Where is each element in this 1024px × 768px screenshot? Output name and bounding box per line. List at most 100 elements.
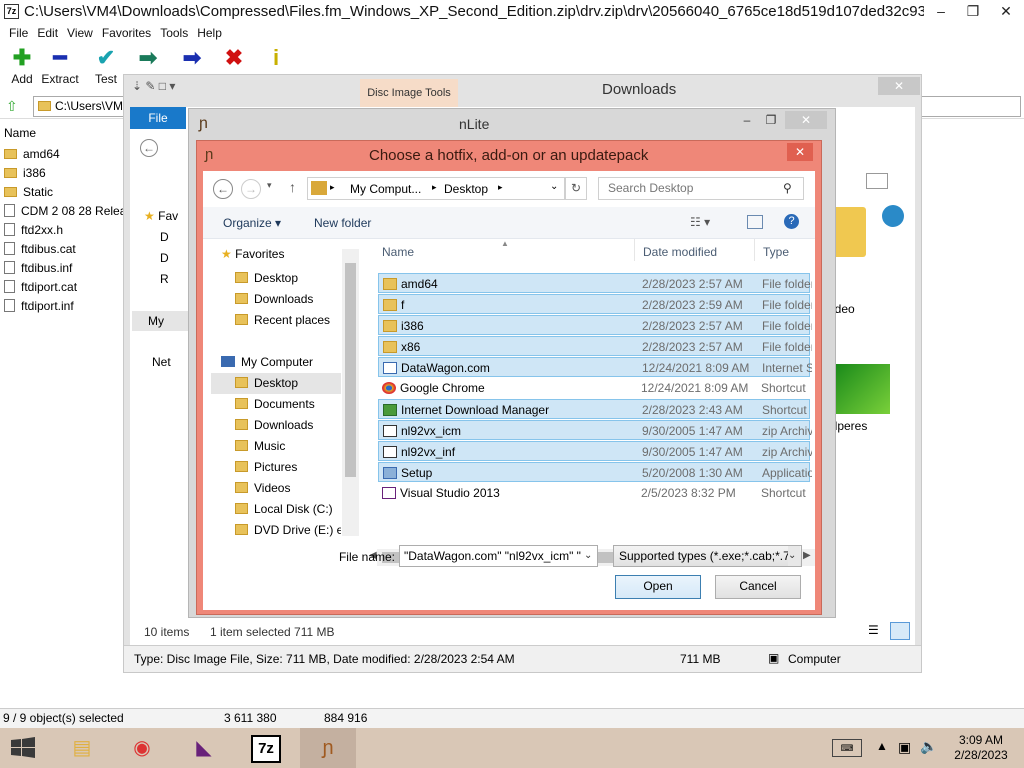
toolbar-button-extract[interactable]: ━ Extract [40,44,80,90]
open-button[interactable]: Open [615,575,701,599]
breadcrumb-computer[interactable]: My Comput... [350,182,428,196]
nav-item[interactable]: Local Disk (C:) [211,499,341,520]
nav-item[interactable]: Recent places [211,310,341,331]
menu-help[interactable]: Help [197,24,222,42]
folder-icon[interactable] [832,207,866,257]
help-icon[interactable]: ? [784,214,799,229]
list-item[interactable]: amd64 [4,145,128,164]
file-row[interactable]: i386 2/28/2023 2:57 AM File folder [378,315,812,335]
list-item[interactable]: ftdibus.inf [4,259,128,278]
column-date[interactable]: Date modified [643,245,717,259]
clock[interactable]: 3:09 AM 2/28/2023 [950,733,1012,763]
maximize-button[interactable]: ❐ [957,0,989,22]
file-row[interactable]: Internet Download Manager 2/28/2023 2:43 … [378,399,810,419]
nav-item[interactable]: Videos [211,478,341,499]
details-view-icon[interactable]: ☰ [868,623,886,639]
taskbar-button-nlite[interactable]: ɲ [300,728,356,768]
nlite-close-button[interactable]: ✕ [785,111,827,129]
list-item[interactable]: ftd2xx.h [4,221,128,240]
preview-pane-icon[interactable] [866,173,888,189]
file-row[interactable]: nl92vx_icm 9/30/2005 1:47 AM zip Archiv [378,420,812,440]
chevron-down-icon[interactable]: ⌄ [550,181,562,192]
nav-scrollbar[interactable] [342,249,359,536]
preview-pane-icon[interactable] [747,215,763,229]
column-name[interactable]: Name [382,245,414,259]
downloads-close-button[interactable]: ✕ [878,77,920,95]
column-type[interactable]: Type [763,245,789,259]
taskbar-button-visual-studio[interactable]: ◣ [176,728,232,768]
nav-item[interactable]: Downloads [211,415,341,436]
start-button[interactable] [8,736,38,760]
search-input[interactable]: Search Desktop ⚲ [598,177,804,200]
nav-recent[interactable]: R [160,272,169,286]
file-row[interactable]: f 2/28/2023 2:59 AM File folder [378,294,812,314]
nav-favorites[interactable]: ★ Favorites [221,247,351,261]
list-item[interactable]: i386 [4,164,128,183]
nav-item[interactable]: Pictures [211,457,341,478]
nav-downloads[interactable]: D [160,251,169,265]
taskbar-button-chrome[interactable]: ◉ [114,728,170,768]
list-item[interactable]: CDM 2 08 28 Relea [4,202,128,221]
filetype-select[interactable]: Supported types (*.exe;*.cab;*.7 ⌄ [613,545,802,567]
scroll-right-icon[interactable]: ▶ [803,550,811,561]
minimize-button[interactable]: – [739,113,755,127]
nav-favorites[interactable]: ★ Fav [144,209,178,223]
recent-dropdown-icon[interactable]: ▾ [267,180,279,191]
tray-arrow-icon[interactable]: ▲ [876,739,888,753]
file-row[interactable]: Visual Studio 2013 2/5/2023 8:32 PM Shortc… [378,483,810,503]
nav-my-computer[interactable]: My [132,311,192,331]
dialog-close-button[interactable]: ✕ [787,143,813,161]
chevron-down-icon[interactable]: ⌄ [584,546,596,566]
ribbon-file-tab[interactable]: File [130,107,186,129]
taskbar-button-file-explorer[interactable]: ▤ [54,728,110,768]
breadcrumb[interactable]: ▸ My Comput... ▸ Desktop ▸ ⌄ [307,177,565,200]
breadcrumb-desktop[interactable]: Desktop [444,182,494,196]
refresh-button[interactable]: ↻ [565,177,587,200]
back-button[interactable]: ← [140,139,158,157]
menu-view[interactable]: View [67,24,93,42]
nav-item[interactable]: Desktop [211,373,341,394]
menu-edit[interactable]: Edit [37,24,58,42]
menu-tools[interactable]: Tools [160,24,188,42]
minimize-button[interactable]: – [925,0,957,22]
up-button[interactable]: ↑ [289,179,303,195]
nav-desktop[interactable]: D [160,230,169,244]
list-item[interactable]: Static [4,183,128,202]
list-item[interactable]: ftdiport.cat [4,278,128,297]
nav-item[interactable]: Downloads [211,289,341,310]
up-folder-icon[interactable]: ⇧ [6,98,22,114]
nav-item[interactable]: My Computer [211,352,341,373]
file-row[interactable]: x86 2/28/2023 2:57 AM File folder [378,336,812,356]
nav-item[interactable]: Music [211,436,341,457]
network-icon[interactable]: ▣ [898,739,911,756]
list-item[interactable]: ftdiport.inf [4,297,128,316]
nav-item[interactable]: DVD Drive (E:) en [211,520,341,541]
menu-favorites[interactable]: Favorites [102,24,151,42]
maximize-button[interactable]: ❐ [763,113,779,127]
file-row[interactable]: amd64 2/28/2023 2:57 AM File folder [378,273,812,293]
menu-file[interactable]: File [9,24,28,42]
list-item[interactable]: ftdibus.cat [4,240,128,259]
nav-network[interactable]: Net [152,355,171,369]
wallpaper-thumbnail[interactable] [836,364,890,414]
nav-item[interactable]: Documents [211,394,341,415]
nav-scroll-thumb[interactable] [345,263,356,477]
quick-access-toolbar[interactable]: ⇣ ✎ □ ▾ [132,79,222,101]
file-row[interactable]: DataWagon.com 12/24/2021 8:09 AM Internet … [378,357,812,377]
back-button[interactable]: ← [213,179,233,199]
toolbar-button-test[interactable]: ✔ Test [86,44,126,90]
keyboard-icon[interactable]: ⌨ [832,739,862,757]
toolbar-button-add[interactable]: ✚ Add [2,44,42,90]
file-row[interactable]: Setup 5/20/2008 1:30 AM Applicatio [378,462,812,482]
file-row[interactable]: nl92vx_inf 9/30/2005 1:47 AM zip Archiv [378,441,812,461]
ribbon-context-tab[interactable]: Disc Image Tools [360,79,458,107]
volume-icon[interactable]: 🔈 [920,738,937,755]
globe-icon[interactable] [882,205,904,227]
close-button[interactable]: ✕ [990,0,1022,22]
new-folder-button[interactable]: New folder [314,216,371,230]
nav-item[interactable]: Desktop [211,268,341,289]
view-options-icon[interactable]: ☷ ▾ [690,215,710,229]
organize-button[interactable]: Organize ▾ [223,216,281,230]
taskbar-button-7zip[interactable]: 7z [238,728,294,768]
cancel-button[interactable]: Cancel [715,575,801,599]
